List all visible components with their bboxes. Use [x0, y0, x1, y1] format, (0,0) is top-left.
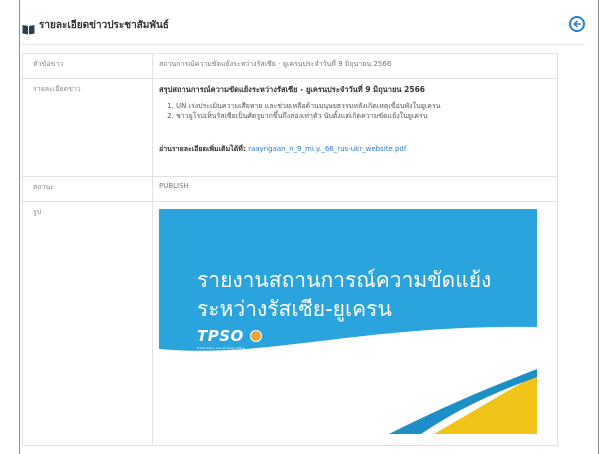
image-label: รูป: [22, 201, 153, 446]
detail-label: รายละเอียดข่าว: [22, 78, 153, 177]
page-title: รายละเอียดข่าวประชาสัมพันธ์: [39, 19, 169, 31]
read-more-label: อ่านรายละเอียดเพิ่มเติมได้ที่:: [159, 145, 246, 153]
header-divider: [22, 44, 585, 45]
emblem-icon: [249, 330, 262, 342]
news-image: รายงานสถานการณ์ความขัดแย้ง ระหว่างรัสเซี…: [159, 209, 537, 434]
book-icon: [22, 20, 35, 34]
image-headline-2: ระหว่างรัสเซีย-ยูเครน: [197, 297, 392, 321]
logo-text: TPSO: [197, 327, 244, 345]
title-label: หัวข้อข่าว: [22, 53, 153, 79]
status-value: PUBLISH: [152, 176, 558, 202]
detail-value: สรุปสถานการณ์ความขัดแย้งระหว่างรัสเซีย -…: [152, 78, 558, 177]
title-value: สถานการณ์ความขัดแย้งระหว่างรัสเซีย - ยูเ…: [152, 53, 558, 79]
detail-table: หัวข้อข่าว สถานการณ์ความขัดแย้งระหว่างรั…: [22, 53, 558, 446]
table-row: รูป รายงานสถานการณ์ความขัดแย้ง ระหว่างรั…: [22, 201, 558, 446]
table-row: สถานะ PUBLISH: [22, 176, 558, 202]
status-label: สถานะ: [22, 176, 153, 202]
list-item: ชาวยูโรปเห็นรัสเซียเป็นศัตรูมากขึ้นถึงสอ…: [176, 112, 557, 122]
arrow-left-circle-icon: [573, 20, 581, 28]
card-header: รายละเอียดข่าวประชาสัมพันธ์: [22, 14, 585, 36]
table-row: หัวข้อข่าว สถานการณ์ความขัดแย้งระหว่างรั…: [22, 53, 558, 79]
list-item: UN เร่งประเมินความเสียหาย และช่วยเหลือด้…: [176, 102, 557, 112]
pdf-link[interactable]: raayngaan_n_9_mi.y._66_rus-ukr_website.p…: [248, 145, 406, 153]
back-button[interactable]: [569, 16, 585, 32]
detail-list: UN เร่งประเมินความเสียหาย และช่วยเหลือด้…: [159, 102, 557, 121]
logo-subtext: Trade Policy and Strategy Office: [197, 346, 245, 350]
tpso-logo: TPSO Trade Policy and Strategy Office: [197, 327, 262, 350]
read-more: อ่านรายละเอียดเพิ่มเติมได้ที่: raayngaan…: [159, 144, 557, 155]
detail-heading: สรุปสถานการณ์ความขัดแย้งระหว่างรัสเซีย -…: [159, 85, 426, 94]
table-row: รายละเอียดข่าว สรุปสถานการณ์ความขัดแย้งร…: [22, 78, 558, 177]
